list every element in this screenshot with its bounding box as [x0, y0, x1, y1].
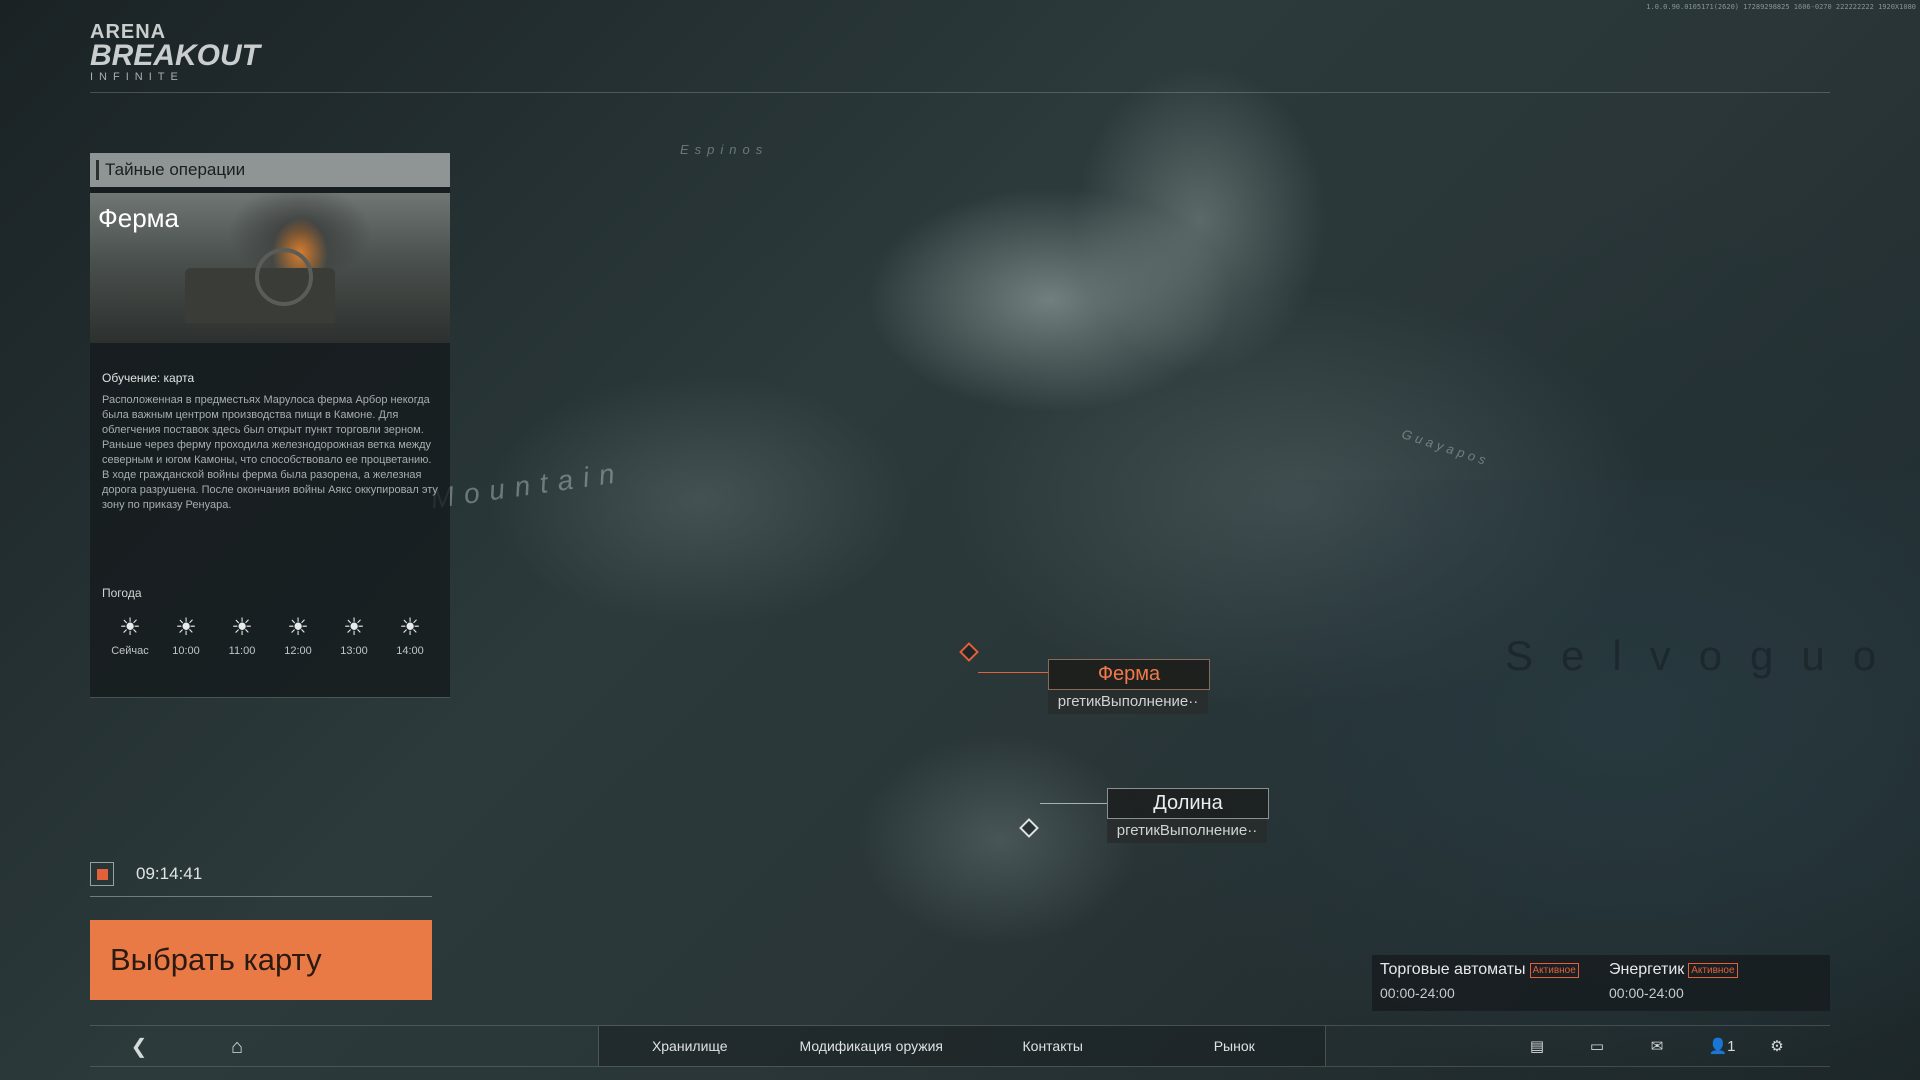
sun-icon: ☀: [119, 614, 141, 641]
map-info-panel: Тайные операции Ферма Обучение: карта Ра…: [90, 153, 450, 698]
sun-icon: ☀: [343, 614, 365, 641]
poi-status: ргетикВыполнение··: [1107, 819, 1267, 843]
logo-line: BREAKOUT: [90, 39, 260, 72]
status-badge: Активное: [1688, 962, 1738, 978]
sun-icon: ☀: [287, 614, 309, 641]
poi-label[interactable]: Долина: [1107, 788, 1269, 819]
menu-market[interactable]: Рынок: [1144, 1026, 1326, 1066]
status-badge: Активное: [1529, 962, 1579, 978]
panel-header-title: Тайные операции: [105, 160, 246, 179]
poi-leader-line: [1040, 803, 1107, 804]
poi-status: ргетикВыполнение··: [1048, 690, 1208, 714]
preview-wheel: [255, 248, 313, 306]
gear-icon[interactable]: ⚙: [1762, 1034, 1792, 1060]
event-name: Энергетик: [1609, 961, 1685, 978]
select-map-button[interactable]: Выбрать карту: [90, 920, 432, 1000]
sun-icon: ☀: [399, 614, 421, 641]
weather-time: 13:00: [340, 645, 368, 657]
weather-time: 12:00: [284, 645, 312, 657]
weather-slot: ☀ 12:00: [270, 614, 326, 658]
menu-storage[interactable]: Хранилище: [599, 1026, 781, 1066]
timer-divider: [90, 896, 432, 897]
map-description: Расположенная в предместьях Марулоса фер…: [102, 394, 438, 511]
event-vending[interactable]: Торговые автоматы Активное 00:00-24:00: [1372, 955, 1601, 1011]
header-accent: [96, 160, 99, 180]
home-icon[interactable]: ⌂: [224, 1034, 250, 1060]
region-label: Selvoguo: [1505, 632, 1905, 679]
event-time: 00:00-24:00: [1609, 985, 1684, 1001]
training-label: Обучение: карта: [102, 371, 195, 385]
event-name: Торговые автоматы: [1380, 961, 1526, 978]
weather-slot: ☀ Сейчас: [102, 614, 158, 658]
poi-leader-line: [978, 672, 1048, 673]
bottom-divider: [90, 1066, 1830, 1067]
weather-time: Сейчас: [111, 645, 149, 657]
stop-icon[interactable]: [90, 862, 114, 886]
chat-icon[interactable]: ▭: [1582, 1034, 1612, 1060]
logo-line: INFINITE: [90, 71, 184, 83]
menu-contacts[interactable]: Контакты: [962, 1026, 1144, 1066]
bottom-menu: Хранилище Модификация оружия Контакты Ры…: [598, 1026, 1326, 1066]
friends-count: 1: [1727, 1038, 1736, 1055]
back-icon[interactable]: ❮: [126, 1034, 152, 1060]
game-logo: ARENA BREAKOUT INFINITE: [90, 22, 290, 86]
weather-slot: ☀ 13:00: [326, 614, 382, 658]
map-place-label: Espinos: [680, 142, 769, 157]
weather-slot: ☀ 14:00: [382, 614, 438, 658]
session-timer: 09:14:41: [90, 862, 202, 886]
document-icon[interactable]: ▤: [1522, 1034, 1552, 1060]
panel-header: Тайные операции: [90, 153, 450, 187]
bottom-bar: ❮ ⌂ Хранилище Модификация оружия Контакт…: [90, 1025, 1830, 1066]
top-divider: [90, 92, 1830, 93]
weather-label: Погода: [102, 586, 142, 600]
weather-time: 11:00: [228, 645, 256, 657]
poi-label[interactable]: Ферма: [1048, 659, 1210, 690]
sun-icon: ☀: [231, 614, 253, 641]
weather-slot: ☀ 11:00: [214, 614, 270, 658]
version-string: 1.0.0.90.0105171(2620) 17289298825 1606-…: [1646, 3, 1916, 11]
event-time: 00:00-24:00: [1380, 985, 1455, 1001]
mail-icon[interactable]: ✉: [1642, 1034, 1672, 1060]
weather-slot: ☀ 10:00: [158, 614, 214, 658]
weather-time: 14:00: [396, 645, 424, 657]
map-title: Ферма: [98, 203, 180, 233]
panel-divider: [90, 697, 450, 698]
menu-weapon-mods[interactable]: Модификация оружия: [781, 1026, 963, 1066]
weather-time: 10:00: [172, 645, 200, 657]
friends-icon[interactable]: 👤1: [1702, 1034, 1742, 1060]
event-energy[interactable]: Энергетик Активное 00:00-24:00: [1601, 955, 1830, 1011]
timer-value: 09:14:41: [136, 864, 203, 883]
sun-icon: ☀: [175, 614, 197, 641]
active-events: Торговые автоматы Активное 00:00-24:00 Э…: [1372, 955, 1830, 1011]
weather-forecast: ☀ Сейчас ☀ 10:00 ☀ 11:00 ☀ 12:00 ☀ 13:00 ☀ 14:…: [102, 614, 438, 658]
